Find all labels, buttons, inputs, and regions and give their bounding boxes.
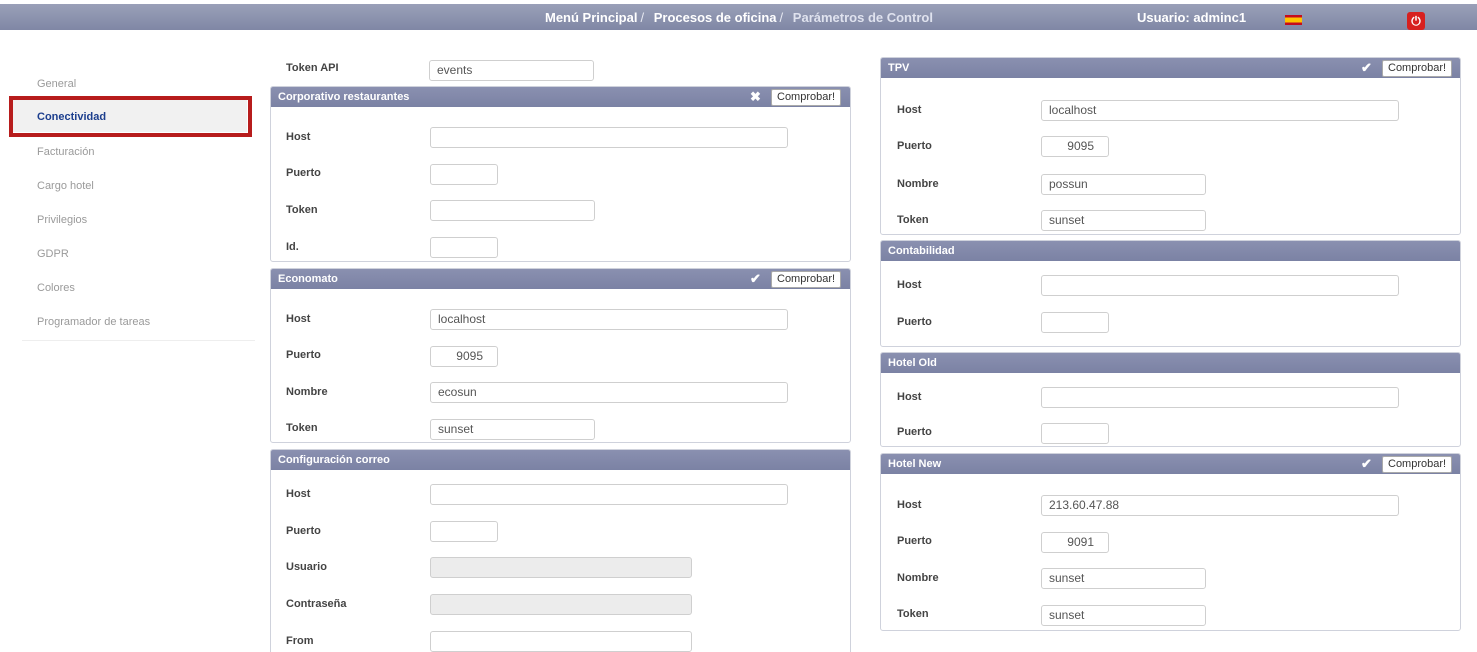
panel-header: Contabilidad: [881, 241, 1460, 261]
host-label: Host: [286, 488, 311, 500]
breadcrumb: Menú Principal / Procesos de oficina / Par…: [545, 10, 933, 25]
sidebar-item-facturacion[interactable]: Facturación: [37, 146, 94, 158]
token-input[interactable]: sunset: [430, 419, 595, 440]
host-input[interactable]: [430, 484, 788, 505]
sidebar-item-gdpr[interactable]: GDPR: [37, 248, 69, 260]
panel-title: Contabilidad: [888, 245, 955, 257]
host-input[interactable]: 213.60.47.88: [1041, 495, 1399, 516]
host-label: Host: [897, 104, 922, 116]
host-label: Host: [286, 313, 311, 325]
fail-icon: ✖: [750, 89, 761, 104]
id-label: Id.: [286, 241, 299, 253]
sidebar-item-general[interactable]: General: [37, 78, 76, 90]
port-input[interactable]: 9091: [1041, 532, 1109, 553]
panel-corporativo-restaurantes: Corporativo restaurantes ✖ Comprobar! Ho…: [270, 86, 851, 262]
panel-title: Corporativo restaurantes: [278, 91, 410, 103]
port-input[interactable]: [430, 521, 498, 542]
token-input[interactable]: [430, 200, 595, 221]
host-input[interactable]: localhost: [1041, 100, 1399, 121]
port-label: Puerto: [286, 349, 321, 361]
top-bar: Menú Principal / Procesos de oficina / Par…: [0, 4, 1477, 30]
panel-title: Configuración correo: [278, 454, 390, 466]
host-input[interactable]: [1041, 275, 1399, 296]
sidebar-item-cargo-hotel[interactable]: Cargo hotel: [37, 180, 94, 192]
name-input[interactable]: possun: [1041, 174, 1206, 195]
name-label: Nombre: [286, 386, 328, 398]
port-input[interactable]: 9095: [430, 346, 498, 367]
host-label: Host: [286, 131, 311, 143]
check-icon: ✔: [750, 271, 761, 286]
token-input[interactable]: sunset: [1041, 605, 1206, 626]
name-label: Nombre: [897, 178, 939, 190]
panel-tpv: TPV ✔ Comprobar! Host localhost Puerto 9…: [880, 57, 1461, 235]
name-label: Nombre: [897, 572, 939, 584]
panel-header: Configuración correo: [271, 450, 850, 470]
panel-hotel-old: Hotel Old Host Puerto: [880, 352, 1461, 447]
panel-title: Hotel Old: [888, 357, 937, 369]
panel-header: Hotel Old: [881, 353, 1460, 373]
token-input[interactable]: sunset: [1041, 210, 1206, 231]
breadcrumb-separator: /: [640, 10, 645, 25]
id-input[interactable]: [430, 237, 498, 258]
breadcrumb-separator: /: [779, 10, 784, 25]
port-input[interactable]: [1041, 312, 1109, 333]
highlight-box: [9, 96, 252, 137]
check-button[interactable]: Comprobar!: [1382, 456, 1453, 473]
token-label: Token: [286, 422, 318, 434]
check-button[interactable]: Comprobar!: [1382, 60, 1453, 77]
host-label: Host: [897, 391, 922, 403]
panel-header: Corporativo restaurantes ✖ Comprobar!: [271, 87, 850, 107]
sidebar-item-colores[interactable]: Colores: [37, 282, 75, 294]
check-button[interactable]: Comprobar!: [771, 271, 842, 288]
breadcrumb-procesos-oficina[interactable]: Procesos de oficina: [654, 10, 777, 25]
sidebar-item-privilegios[interactable]: Privilegios: [37, 214, 87, 226]
panel-title: Hotel New: [888, 458, 942, 470]
host-input[interactable]: localhost: [430, 309, 788, 330]
check-icon: ✔: [1361, 60, 1372, 75]
panel-configuracion-correo: Configuración correo Host Puerto Usuario…: [270, 449, 851, 652]
check-icon: ✔: [1361, 456, 1372, 471]
panel-contabilidad: Contabilidad Host Puerto: [880, 240, 1461, 347]
port-label: Puerto: [897, 316, 932, 328]
token-label: Token: [286, 204, 318, 216]
host-input[interactable]: [1041, 387, 1399, 408]
power-icon[interactable]: ⏻: [1407, 12, 1425, 30]
from-label: From: [286, 635, 314, 647]
panel-hotel-new: Hotel New ✔ Comprobar! Host 213.60.47.88…: [880, 453, 1461, 631]
token-api-label: Token API: [286, 62, 339, 74]
panel-header: TPV ✔ Comprobar!: [881, 58, 1460, 78]
breadcrumb-menu-principal[interactable]: Menú Principal: [545, 10, 637, 25]
token-api-input[interactable]: events: [429, 60, 594, 81]
port-input[interactable]: [430, 164, 498, 185]
panel-header: Economato ✔ Comprobar!: [271, 269, 850, 289]
user-label: Usuario: adminc1: [1137, 10, 1247, 25]
panel-title: TPV: [888, 62, 910, 74]
host-label: Host: [897, 279, 922, 291]
panel-economato: Economato ✔ Comprobar! Host localhost Pu…: [270, 268, 851, 443]
port-label: Puerto: [286, 525, 321, 537]
token-label: Token: [897, 608, 929, 620]
user-input[interactable]: [430, 557, 692, 578]
breadcrumb-parametros-control: Parámetros de Control: [792, 10, 933, 25]
password-input[interactable]: [430, 594, 692, 615]
check-button[interactable]: Comprobar!: [771, 89, 842, 106]
port-input[interactable]: 9095: [1041, 136, 1109, 157]
host-label: Host: [897, 499, 922, 511]
password-label: Contraseña: [286, 598, 347, 610]
token-label: Token: [897, 214, 929, 226]
name-input[interactable]: ecosun: [430, 382, 788, 403]
spain-flag-icon[interactable]: [1285, 15, 1302, 25]
port-label: Puerto: [897, 426, 932, 438]
panel-title: Economato: [278, 273, 338, 285]
from-input[interactable]: [430, 631, 692, 652]
host-input[interactable]: [430, 127, 788, 148]
user-label: Usuario: [286, 561, 327, 573]
name-input[interactable]: sunset: [1041, 568, 1206, 589]
port-label: Puerto: [286, 167, 321, 179]
port-label: Puerto: [897, 535, 932, 547]
sidebar-item-programador-tareas[interactable]: Programador de tareas: [37, 316, 150, 328]
port-label: Puerto: [897, 140, 932, 152]
port-input[interactable]: [1041, 423, 1109, 444]
panel-header: Hotel New ✔ Comprobar!: [881, 454, 1460, 474]
